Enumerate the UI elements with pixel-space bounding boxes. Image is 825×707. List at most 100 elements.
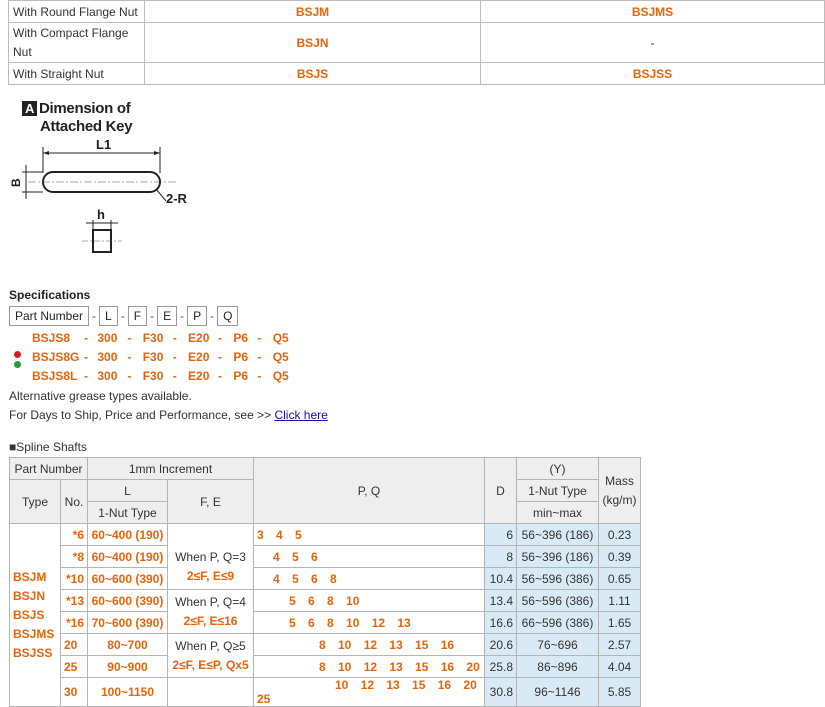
l-cell: 80~700 (87, 633, 168, 656)
y-cell: 56~596 (386) (516, 589, 599, 612)
format-box: Part Number (9, 306, 90, 326)
fe-range: 2≤F, E≤9 (186, 569, 235, 584)
header-fe: F, E (167, 479, 254, 524)
l-cell: 60~600 (390) (87, 567, 168, 590)
h-label: h (97, 207, 105, 222)
no-cell: 20 (60, 633, 88, 656)
type-code: BSJS (13, 607, 45, 622)
mass-cell: 1.65 (598, 611, 641, 634)
y-cell: 96~1146 (516, 677, 599, 707)
y-cell: 66~596 (386) (516, 611, 599, 634)
l-cell: 60~400 (190) (87, 545, 168, 568)
y-cell: 56~396 (186) (516, 523, 599, 546)
grease-note: Alternative grease types available. (9, 389, 192, 403)
pq-cell: 8 10 12 13 15 16 (253, 633, 485, 656)
pq-cell: 8 10 12 13 15 16 20 (253, 655, 485, 678)
mass-cell: 2.57 (598, 633, 641, 656)
pq-values: 8 10 12 13 15 16 20 (319, 659, 480, 674)
click-here-link[interactable]: Click here (274, 408, 327, 422)
no-cell: 25 (60, 655, 88, 678)
table-row: *13 60~600 (390) When P, Q=4 2≤F, E≤16 5… (10, 589, 641, 634)
spec-p: P6 (233, 350, 249, 364)
spec-example: BSJS8G - 300- F30- E20- P6- Q5 (32, 350, 289, 364)
spec-l: 300 (97, 350, 118, 364)
d-cell: 25.8 (484, 655, 517, 678)
header-d: D (484, 457, 517, 524)
key-title-line2: Attached Key (40, 118, 133, 135)
header-increment: 1mm Increment (87, 457, 254, 480)
mass-cell: 0.23 (598, 523, 641, 546)
spec-part: BSJS8 (32, 331, 71, 345)
no-cell: *6 (60, 523, 88, 546)
mass-cell: 4.04 (598, 655, 641, 678)
table-row: BSJM BSJN BSJS BSJMS BSJSS *6 60~400 (19… (9, 523, 641, 707)
table-row: *10 60~600 (390) 4 5 6 8 10.4 56~596 (38… (10, 567, 641, 590)
fe-condition: When P, Q≥5 (175, 638, 246, 653)
type-code: BSJMS (13, 626, 55, 641)
table-row: *8 60~400 (190) When P, Q=3 2≤F, E≤9 4 5… (10, 545, 641, 590)
spec-f: F30 (142, 350, 164, 364)
nut-type-table: With Round Flange Nut BSJM BSJMS With Co… (8, 0, 825, 85)
l-cell: 60~600 (390) (87, 589, 168, 612)
nut-desc: With Straight Nut (8, 62, 145, 85)
spec-example: BSJS8- 300- F30- E20- P6- Q5 (32, 331, 289, 345)
type-code: BSJSS (13, 645, 53, 660)
table-row: 30 100~1150 10 12 13 15 16 20 25 30.8 96… (10, 677, 641, 707)
key-drawing: L1 B 2-R h (9, 137, 188, 253)
d-cell: 8 (484, 545, 517, 568)
pq-cell: 3 4 5 (253, 523, 485, 546)
d-cell: 30.8 (484, 677, 517, 707)
header-type: Type (9, 479, 61, 524)
part-code: - (480, 22, 825, 63)
mass-cell: 5.85 (598, 677, 641, 707)
d-cell: 16.6 (484, 611, 517, 634)
fe-cell: When P, Q=3 2≤F, E≤9 (167, 545, 254, 590)
spec-part: BSJS8L (32, 369, 78, 383)
part-code: BSJM (144, 0, 481, 23)
fe-cell: When P, Q≥5 2≤F, E≤P, Qx5 (167, 633, 254, 678)
l-cell: 100~1150 (87, 677, 168, 707)
pq-cell: 4 5 6 8 (253, 567, 485, 590)
pq-cell: 10 12 13 15 16 20 25 (253, 677, 485, 707)
table-row: With Straight Nut BSJS BSJSS (8, 62, 825, 85)
table-row: 25 90~900 8 10 12 13 15 16 20 25.8 86~89… (10, 655, 641, 678)
days-to-ship-note: For Days to Ship, Price and Performance,… (9, 408, 328, 422)
spec-p: P6 (233, 369, 249, 383)
header-l-sub: 1-Nut Type (87, 501, 168, 524)
l1-label: L1 (96, 137, 111, 152)
type-code: BSJN (13, 588, 46, 603)
mass-cell: 0.39 (598, 545, 641, 568)
mass-label: Mass (605, 473, 634, 488)
spec-f: F30 (142, 369, 164, 383)
l-cell: 70~600 (390) (87, 611, 168, 634)
l-cell: 90~900 (87, 655, 168, 678)
part-code: BSJS (144, 62, 481, 85)
spec-p: P6 (233, 331, 249, 345)
type-cell: BSJM BSJN BSJS BSJMS BSJSS (9, 523, 61, 707)
no-cell: *8 (60, 545, 88, 568)
spec-q: Q5 (272, 369, 289, 383)
table-row: 20 80~700 When P, Q≥5 2≤F, E≤P, Qx5 8 10… (10, 633, 641, 678)
pq-values: 8 10 12 13 15 16 (319, 637, 455, 652)
no-cell: 30 (60, 677, 88, 707)
spec-q: Q5 (272, 331, 289, 345)
section-badge: A (22, 101, 37, 116)
d-cell: 10.4 (484, 567, 517, 590)
y-cell: 56~396 (186) (516, 545, 599, 568)
fe-range: 2≤F, E≤P, Qx5 (172, 657, 249, 672)
y-cell: 56~596 (386) (516, 567, 599, 590)
days-note-text: For Days to Ship, Price and Performance,… (9, 408, 275, 422)
l-cell: 60~400 (190) (87, 523, 168, 546)
fe-condition: When P, Q=4 (175, 594, 246, 609)
format-box: L (99, 306, 118, 326)
fe-cell: When P, Q=4 2≤F, E≤16 (167, 589, 254, 634)
spline-shafts-label: ■Spline Shafts (9, 440, 87, 454)
d-cell: 13.4 (484, 589, 517, 612)
spec-e: E20 (188, 331, 210, 345)
mass-cell: 1.11 (598, 589, 641, 612)
pq-values: 5 6 8 10 (289, 593, 360, 608)
key-title-line1: Dimension of (39, 100, 131, 117)
pq-values: 5 6 8 10 12 13 (289, 615, 411, 630)
b-label: B (9, 178, 23, 187)
header-part-number: Part Number (9, 457, 88, 480)
